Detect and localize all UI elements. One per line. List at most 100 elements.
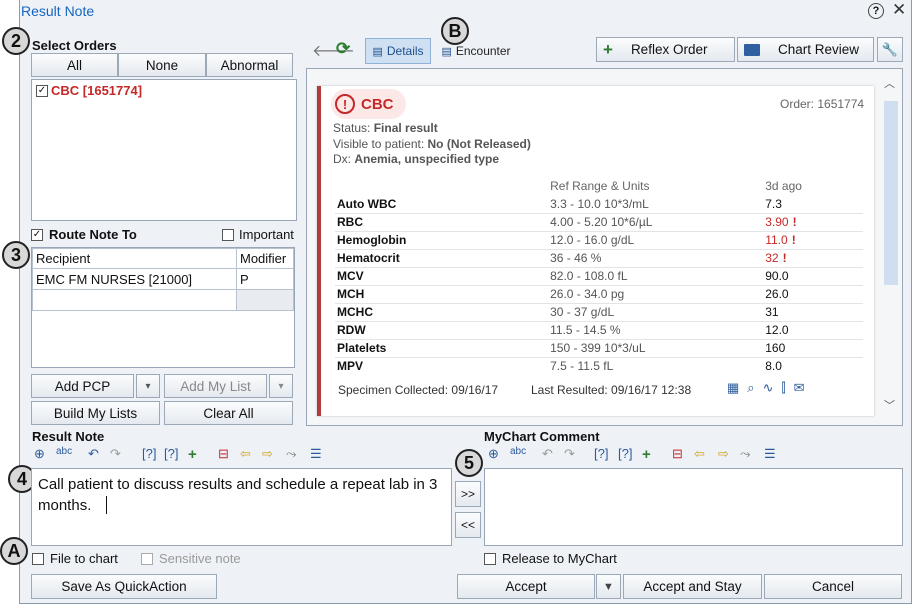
modifier-cell[interactable]: [236, 289, 294, 311]
status-label: Status:: [333, 121, 371, 135]
search-icon[interactable]: ⊕: [34, 446, 45, 462]
tab-encounter[interactable]: ▤ Encounter: [436, 38, 516, 64]
select-all-button[interactable]: All: [31, 53, 118, 77]
order-checkbox[interactable]: ✓: [36, 84, 48, 97]
add-my-list-dropdown[interactable]: ▾: [269, 374, 293, 398]
sensitive-note-row[interactable]: Sensitive note: [141, 551, 241, 566]
dx-label: Dx:: [333, 152, 351, 166]
select-none-button[interactable]: None: [118, 53, 206, 77]
chart-review-button[interactable]: Chart Review: [737, 37, 874, 62]
reflex-order-button[interactable]: + Reflex Order: [596, 37, 735, 62]
mychart-comment-heading: MyChart Comment: [484, 429, 600, 444]
specimen-collected: Specimen Collected: 09/16/17: [338, 383, 499, 397]
smarttext-icon[interactable]: [?]: [594, 446, 608, 461]
close-icon[interactable]: ✕: [892, 0, 906, 20]
wrench-icon[interactable]: 🔧: [877, 37, 903, 62]
route-note-checkbox[interactable]: ✓: [31, 228, 43, 241]
arrow-left-icon[interactable]: ⇦: [694, 446, 705, 462]
important-checkbox[interactable]: [222, 228, 234, 241]
accept-and-stay-button[interactable]: Accept and Stay: [623, 574, 762, 599]
select-abnormal-button[interactable]: Abnormal: [206, 53, 293, 77]
smartphrase-icon[interactable]: [?]: [618, 446, 632, 461]
accept-dropdown[interactable]: ▼: [596, 574, 621, 599]
add-pcp-button[interactable]: Add PCP: [31, 374, 134, 398]
important-checkbox-row[interactable]: Important: [222, 227, 294, 242]
smarttext-icon[interactable]: [?]: [142, 446, 156, 461]
tab-details[interactable]: ▤ Details: [365, 38, 431, 64]
modifier-cell[interactable]: P: [236, 268, 294, 290]
scroll-thumb[interactable]: [884, 101, 898, 285]
arrow-left-icon[interactable]: ⇦: [240, 446, 251, 462]
refresh-icon[interactable]: ⟳: [336, 39, 350, 59]
scroll-up-icon[interactable]: ︿: [884, 75, 895, 91]
release-mychart-row[interactable]: Release to MyChart: [484, 551, 617, 566]
cancel-button[interactable]: Cancel: [764, 574, 902, 599]
route-note-checkbox-row[interactable]: ✓ Route Note To: [31, 227, 137, 242]
result-row-ref: 36 - 46 %: [550, 249, 766, 268]
add-icon[interactable]: +: [188, 446, 197, 463]
release-mychart-checkbox[interactable]: [484, 552, 496, 565]
copy-left-button[interactable]: <<: [455, 512, 481, 538]
redo-icon[interactable]: ↷: [564, 446, 575, 462]
add-my-list-button[interactable]: Add My List: [164, 374, 267, 398]
arrow-right-icon[interactable]: ⇨: [262, 446, 273, 462]
email-forward-icon[interactable]: ✉: [794, 380, 805, 396]
list-icon[interactable]: ☰: [310, 446, 322, 462]
result-row-value: 90.0: [765, 267, 863, 286]
graph-icon[interactable]: ∿: [763, 380, 774, 396]
help-icon[interactable]: ?: [868, 3, 884, 19]
results-table: Ref Range & Units 3d ago Auto WBC 3.3 - 1…: [335, 177, 863, 375]
result-row-ref: 150 - 399 10*3/uL: [550, 339, 766, 358]
redo-icon[interactable]: ↷: [110, 446, 121, 462]
insert-icon[interactable]: ⊟: [218, 446, 229, 462]
recipient-cell[interactable]: [32, 289, 237, 311]
mychart-comment-editor[interactable]: [484, 468, 903, 546]
scrollbar[interactable]: ︿ ﹀: [881, 71, 901, 423]
zoom-icon[interactable]: ⌕: [747, 380, 754, 396]
result-note-text[interactable]: Call patient to discuss results and sche…: [38, 474, 438, 516]
add-pcp-dropdown[interactable]: ▾: [136, 374, 160, 398]
result-row-value: 160: [765, 339, 863, 358]
table-row[interactable]: EMC FM NURSES [21000] P: [32, 268, 294, 290]
result-row-name: MCH: [335, 285, 551, 304]
save-quickaction-button[interactable]: Save As QuickAction: [31, 574, 217, 599]
release-mychart-label: Release to MyChart: [502, 551, 617, 566]
result-row-value: 26.0: [765, 285, 863, 304]
abnormal-value: 11.0: [765, 233, 788, 247]
sensitive-note-checkbox[interactable]: [141, 552, 153, 565]
tube-icon[interactable]: ⫿: [781, 380, 785, 396]
clear-icon[interactable]: ⤳: [286, 446, 296, 462]
table-row[interactable]: [32, 289, 294, 311]
spellcheck-icon[interactable]: abc: [510, 446, 526, 457]
result-header: ! CBC: [331, 89, 406, 119]
file-to-chart-row[interactable]: File to chart: [32, 551, 118, 566]
scroll-down-icon[interactable]: ﹀: [884, 397, 895, 413]
result-row-value: 7.3: [765, 195, 863, 214]
file-to-chart-checkbox[interactable]: [32, 552, 44, 565]
recipient-cell[interactable]: EMC FM NURSES [21000]: [32, 268, 237, 290]
visible-value: No (Not Released): [427, 137, 531, 151]
result-name: CBC: [361, 95, 394, 113]
window-title: Result Note: [21, 3, 95, 19]
clear-all-button[interactable]: Clear All: [164, 401, 293, 425]
table-icon[interactable]: ▦: [727, 380, 739, 396]
clear-icon[interactable]: ⤳: [740, 446, 750, 462]
add-icon[interactable]: +: [642, 446, 651, 463]
results-panel: ! CBC Order: 1651774 Status: Final resul…: [306, 68, 903, 426]
arrow-right-icon[interactable]: ⇨: [718, 446, 729, 462]
accept-button[interactable]: Accept: [457, 574, 595, 599]
insert-icon[interactable]: ⊟: [672, 446, 683, 462]
result-row-name: Platelets: [335, 339, 551, 358]
search-icon[interactable]: ⊕: [488, 446, 499, 462]
spellcheck-icon[interactable]: abc: [56, 446, 72, 457]
dx-value: Anemia, unspecified type: [354, 152, 500, 166]
build-my-lists-button[interactable]: Build My Lists: [31, 401, 160, 425]
list-icon[interactable]: ☰: [764, 446, 776, 462]
smartphrase-icon[interactable]: [?]: [164, 446, 178, 461]
result-note-editor[interactable]: Call patient to discuss results and sche…: [31, 468, 452, 546]
result-row-ref: 11.5 - 14.5 %: [550, 321, 766, 340]
list-item[interactable]: ✓ CBC [1651774]: [36, 83, 142, 98]
undo-icon[interactable]: ↶: [542, 446, 553, 462]
undo-icon[interactable]: ↶: [88, 446, 99, 462]
copy-right-button[interactable]: >>: [455, 481, 481, 507]
